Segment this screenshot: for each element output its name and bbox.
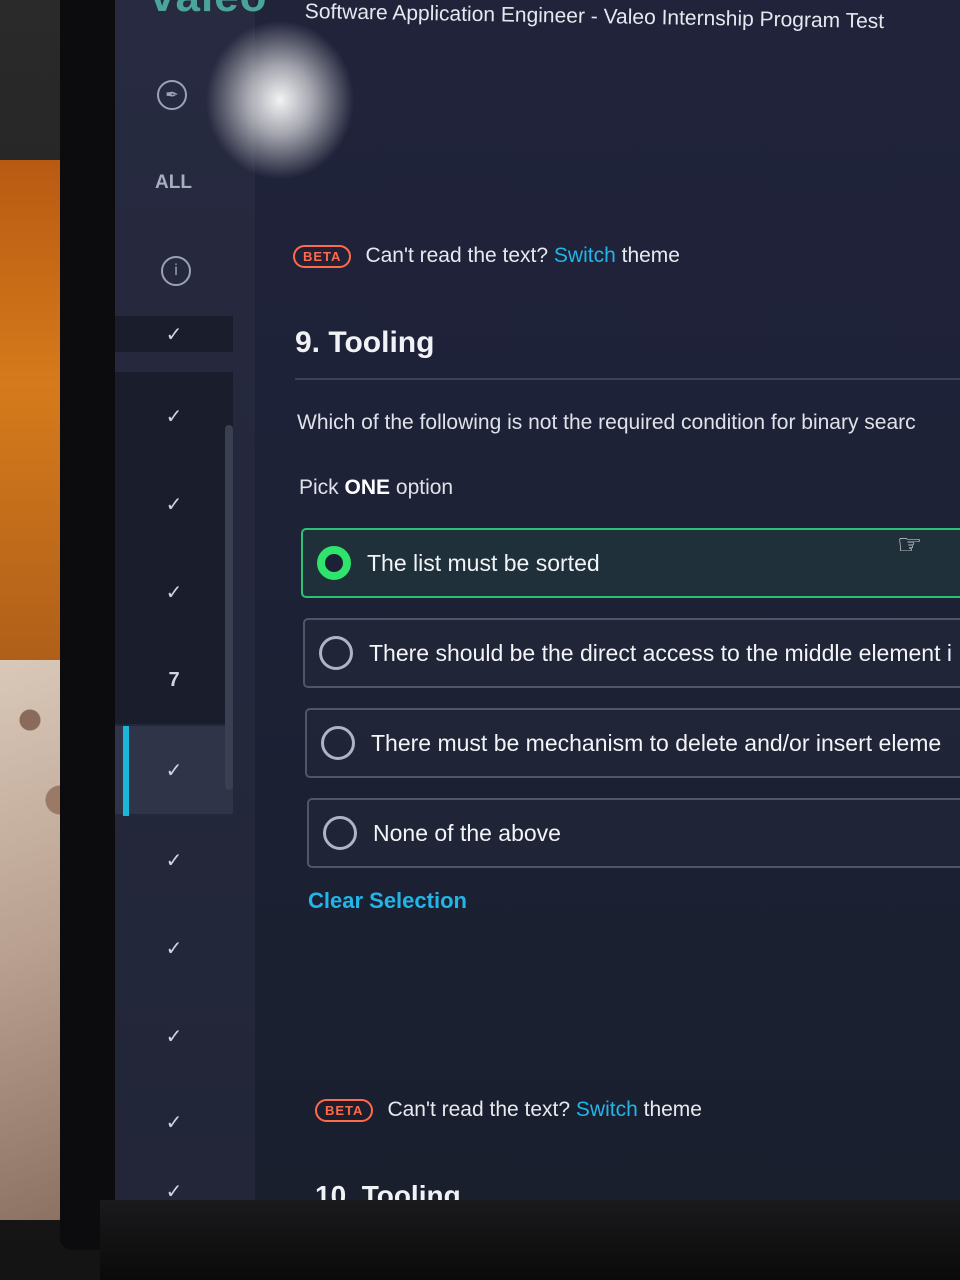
sidebar-item-q7[interactable]: 7	[115, 636, 233, 724]
theme-notice-text: Can't read the text?	[387, 1098, 571, 1121]
sidebar-item-q3[interactable]: ✓	[115, 460, 233, 548]
laptop-keyboard	[100, 1200, 960, 1280]
question-number: 7	[168, 668, 180, 691]
question-sidebar: valeo ✒ ALL i ✓ ✓ ✓ ✓ 7 ✓ ✓ ✓ ✓ ✓ ✓	[115, 0, 267, 1215]
question-title: 9. Tooling	[295, 326, 435, 359]
radio-button[interactable]	[319, 636, 353, 670]
check-icon: ✓	[165, 493, 183, 516]
option-2[interactable]: There should be the direct access to the…	[303, 618, 960, 688]
option-label: There should be the direct access to the…	[369, 639, 952, 666]
check-icon: ✓	[165, 405, 183, 428]
check-icon: ✓	[165, 937, 183, 960]
switch-theme-link[interactable]: Switch	[554, 244, 616, 267]
sidebar-item-current[interactable]: ✓	[115, 726, 233, 814]
check-icon: ✓	[165, 1025, 183, 1048]
instruction-suffix: option	[395, 476, 454, 499]
sidebar-item-q9[interactable]: ✓	[115, 816, 233, 904]
question-text: Which of the following is not the requir…	[297, 411, 916, 434]
sidebar-item-q12[interactable]: ✓	[115, 1078, 233, 1166]
radio-button[interactable]	[323, 816, 357, 850]
theme-notice: BETA Can't read the text? Switch theme	[293, 244, 680, 268]
option-4[interactable]: None of the above	[307, 798, 960, 868]
sidebar-item-q10[interactable]: ✓	[115, 904, 233, 992]
active-indicator	[123, 726, 129, 816]
option-label: The list must be sorted	[367, 549, 600, 576]
radio-button[interactable]	[321, 726, 355, 760]
check-icon: ✓	[165, 1111, 183, 1134]
hand-cursor-icon: ☞	[897, 529, 923, 560]
info-icon[interactable]: i	[161, 256, 191, 286]
sidebar-item-q11[interactable]: ✓	[115, 992, 233, 1080]
check-icon: ✓	[165, 581, 183, 604]
sidebar-item-q1[interactable]: ✓	[115, 316, 233, 352]
check-icon: ✓	[165, 849, 183, 872]
sidebar-item-q4[interactable]: ✓	[115, 548, 233, 636]
radio-button-selected[interactable]	[317, 546, 351, 580]
title-divider	[295, 378, 960, 380]
theme-notice-bottom: BETA Can't read the text? Switch theme	[315, 1098, 702, 1122]
filter-all[interactable]: ALL	[155, 172, 192, 194]
theme-notice-suffix: theme	[621, 244, 680, 267]
check-icon: ✓	[165, 323, 183, 346]
test-title: Software Application Engineer - Valeo In…	[304, 0, 885, 34]
option-label: There must be mechanism to delete and/or…	[371, 729, 942, 756]
option-1[interactable]: The list must be sorted	[301, 528, 960, 598]
sidebar-scrollbar[interactable]	[225, 425, 233, 790]
theme-notice-text: Can't read the text?	[365, 244, 549, 267]
option-label: None of the above	[373, 819, 561, 846]
check-icon: ✓	[165, 759, 183, 782]
instruction-bold: ONE	[344, 476, 391, 499]
instruction: Pick ONE option	[299, 476, 453, 500]
beta-badge: BETA	[315, 1098, 374, 1122]
sidebar-item-q2[interactable]: ✓	[115, 372, 233, 460]
instruction-prefix: Pick	[299, 476, 339, 499]
option-3[interactable]: There must be mechanism to delete and/or…	[305, 708, 960, 778]
pen-icon[interactable]: ✒	[157, 80, 187, 110]
beta-badge: BETA	[293, 244, 352, 268]
valeo-logo: valeo	[150, 0, 268, 22]
clear-selection-link[interactable]: Clear Selection	[308, 888, 467, 914]
theme-notice-suffix: theme	[643, 1098, 702, 1121]
switch-theme-link[interactable]: Switch	[576, 1098, 638, 1121]
test-screen: valeo ✒ ALL i ✓ ✓ ✓ ✓ 7 ✓ ✓ ✓ ✓ ✓ ✓ Soft…	[115, 0, 960, 1215]
